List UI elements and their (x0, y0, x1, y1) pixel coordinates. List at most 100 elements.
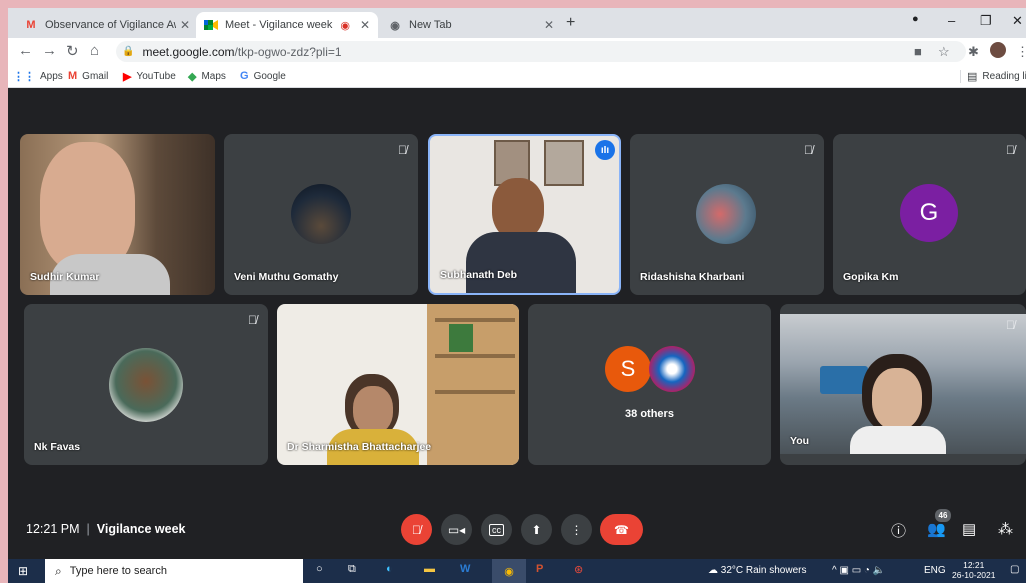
profile-icon[interactable]: ● (912, 13, 919, 25)
notifications-icon[interactable]: ▢ (1010, 564, 1019, 575)
tab-new[interactable]: ◉ New Tab ✕ (380, 12, 562, 38)
task-view-icon[interactable]: ⧉ (348, 563, 356, 576)
gmail-icon: M (68, 70, 78, 82)
avatar (109, 348, 183, 422)
language-indicator[interactable]: ENG (924, 565, 946, 576)
participant-tile[interactable]: 🎙̸ Nk Favas (24, 304, 268, 465)
participant-name: Dr Sharmistha Bhattacharjee (287, 441, 432, 453)
reading-list-label: Reading list (982, 71, 1026, 82)
bookmarks-bar: ⋮⋮ Apps M Gmail ▶ YouTube ◆ Maps G Google ▤ Re… (8, 65, 1026, 88)
bookmark-google[interactable]: G Google (240, 70, 286, 82)
google-icon: G (240, 70, 249, 82)
participant-tile-others[interactable]: S 38 others (528, 304, 771, 465)
close-icon[interactable]: ✕ (544, 18, 554, 32)
mic-off-icon: 🎙̸ (248, 313, 257, 327)
chat-button[interactable]: ▤ (962, 520, 976, 538)
meeting-time: 12:21 PM (26, 522, 80, 536)
tray-icons[interactable]: ^ ▣ ▭ ◔ 🔈 (832, 565, 885, 576)
more-vert-icon: ⋮ (570, 522, 583, 537)
url-path: /tkp-ogwo-zdz?pli=1 (234, 44, 342, 59)
participant-name: Veni Muthu Gomathy (234, 271, 339, 283)
bookmark-maps[interactable]: ◆ Maps (188, 70, 226, 83)
screen: M Observance of Vigilance Awarene ✕ Meet… (8, 8, 1026, 583)
search-placeholder: Type here to search (69, 565, 167, 577)
mic-toggle-button[interactable]: 🎙̸ (401, 514, 432, 545)
start-button[interactable]: ⊞ (18, 564, 28, 578)
participant-name: Subhanath Deb (440, 269, 518, 281)
back-button[interactable]: ← (18, 42, 33, 59)
bookmark-apps[interactable]: ⋮⋮ Apps (13, 70, 63, 83)
youtube-icon: ▶ (123, 71, 132, 83)
bookmark-gmail[interactable]: M Gmail (68, 70, 108, 82)
home-button[interactable]: ⌂ (90, 42, 99, 59)
meeting-title: Vigilance week (96, 522, 186, 536)
clock-date: 26-10-2021 (952, 570, 996, 580)
search-icon: ⌕ (55, 563, 62, 578)
new-tab-button[interactable]: + (566, 14, 575, 32)
windows-icon: ⊞ (18, 564, 29, 578)
participant-tile-active-speaker[interactable]: ıIı Subhanath Deb (428, 134, 621, 295)
mic-off-icon: 🎙̸ (804, 143, 813, 157)
powerpoint-icon[interactable]: P (536, 563, 543, 575)
more-options-button[interactable]: ⋮ (561, 514, 592, 545)
extensions-icon[interactable]: ✱ (968, 44, 979, 60)
url-host: meet.google.com (142, 44, 235, 59)
reading-list-icon: ▤ (967, 71, 978, 83)
file-explorer-icon[interactable]: ▬ (424, 563, 435, 575)
reload-button[interactable]: ↻ (66, 42, 79, 60)
clock-time: 12:21 (963, 560, 985, 570)
windows-taskbar: ⊞ ⌕ Type here to search ○ ⧉ ◐ ▬ W ◉ P ⊛ … (8, 559, 1026, 583)
activities-button[interactable]: ⁂ (998, 520, 1013, 538)
participant-tile[interactable]: 🎙̸ Veni Muthu Gomathy (224, 134, 418, 295)
participant-tile[interactable]: Dr Sharmistha Bhattacharjee (277, 304, 519, 465)
participant-tile[interactable]: 🎙̸ Ridashisha Kharbani (630, 134, 824, 295)
meeting-info: 12:21 PM | Vigilance week (26, 522, 186, 536)
restore-button[interactable]: ❐ (980, 13, 992, 29)
meeting-details-button[interactable]: ⓘ (891, 520, 906, 541)
camera-toggle-button[interactable]: ▭◂ (441, 514, 472, 545)
chrome-taskbar-icon[interactable]: ◉ (492, 559, 526, 583)
weather-widget[interactable]: ☁ 32°C Rain showers (708, 565, 806, 576)
mic-off-icon: 🎙̸ (412, 522, 421, 537)
participant-tile[interactable]: 🎙̸ G Gopika Km (833, 134, 1026, 295)
avatar[interactable] (990, 42, 1006, 58)
tab-strip: M Observance of Vigilance Awarene ✕ Meet… (8, 8, 1026, 38)
participant-name: You (790, 435, 810, 447)
present-button[interactable]: ⬆ (521, 514, 552, 545)
reading-list[interactable]: ▤ Reading list (960, 70, 1026, 83)
app-icon[interactable]: ⊛ (574, 563, 583, 576)
tab-meet[interactable]: Meet - Vigilance week ◉ ✕ (196, 12, 378, 38)
participant-tile-self[interactable]: 🎙̸ You (780, 304, 1026, 465)
others-count: 38 others (625, 408, 674, 420)
bookmark-label: Gmail (82, 70, 109, 82)
people-icon: 👥 (927, 521, 946, 538)
recording-icon: ◉ (340, 19, 350, 32)
word-icon[interactable]: W (460, 563, 470, 575)
tab-title: Observance of Vigilance Awarene (45, 19, 176, 31)
menu-icon[interactable]: ⋮ (1016, 44, 1026, 60)
lock-icon: 🔒 (122, 46, 135, 57)
edge-icon[interactable]: ◐ (386, 563, 393, 575)
bookmark-star-icon[interactable]: ☆ (938, 44, 950, 60)
camera-icon[interactable]: ■ (914, 44, 922, 59)
close-icon[interactable]: ✕ (360, 18, 370, 32)
address-bar[interactable]: 🔒 meet.google.com/tkp-ogwo-zdz?pli=1 (116, 41, 966, 62)
people-button[interactable]: 👥 (927, 520, 946, 538)
leave-call-button[interactable]: ☎ (600, 514, 643, 545)
close-window-button[interactable]: ✕ (1012, 13, 1023, 29)
bookmark-label: Google (253, 70, 286, 82)
participant-name: Sudhir Kumar (30, 271, 100, 283)
participant-name: Ridashisha Kharbani (640, 271, 745, 283)
minimize-button[interactable]: – (948, 13, 955, 28)
close-icon[interactable]: ✕ (180, 18, 190, 32)
participant-tile[interactable]: Sudhir Kumar (20, 134, 215, 295)
taskbar-search[interactable]: ⌕ Type here to search (45, 559, 303, 583)
tab-gmail[interactable]: M Observance of Vigilance Awarene ✕ (16, 12, 198, 38)
weather-icon: ☁ (708, 565, 718, 576)
captions-button[interactable]: cc (481, 514, 512, 545)
forward-button[interactable]: → (42, 42, 57, 59)
bookmark-youtube[interactable]: ▶ YouTube (123, 70, 176, 83)
mic-off-icon: 🎙̸ (1006, 318, 1015, 332)
clock[interactable]: 12:21 26-10-2021 (952, 560, 995, 580)
cortana-icon[interactable]: ○ (316, 563, 323, 575)
